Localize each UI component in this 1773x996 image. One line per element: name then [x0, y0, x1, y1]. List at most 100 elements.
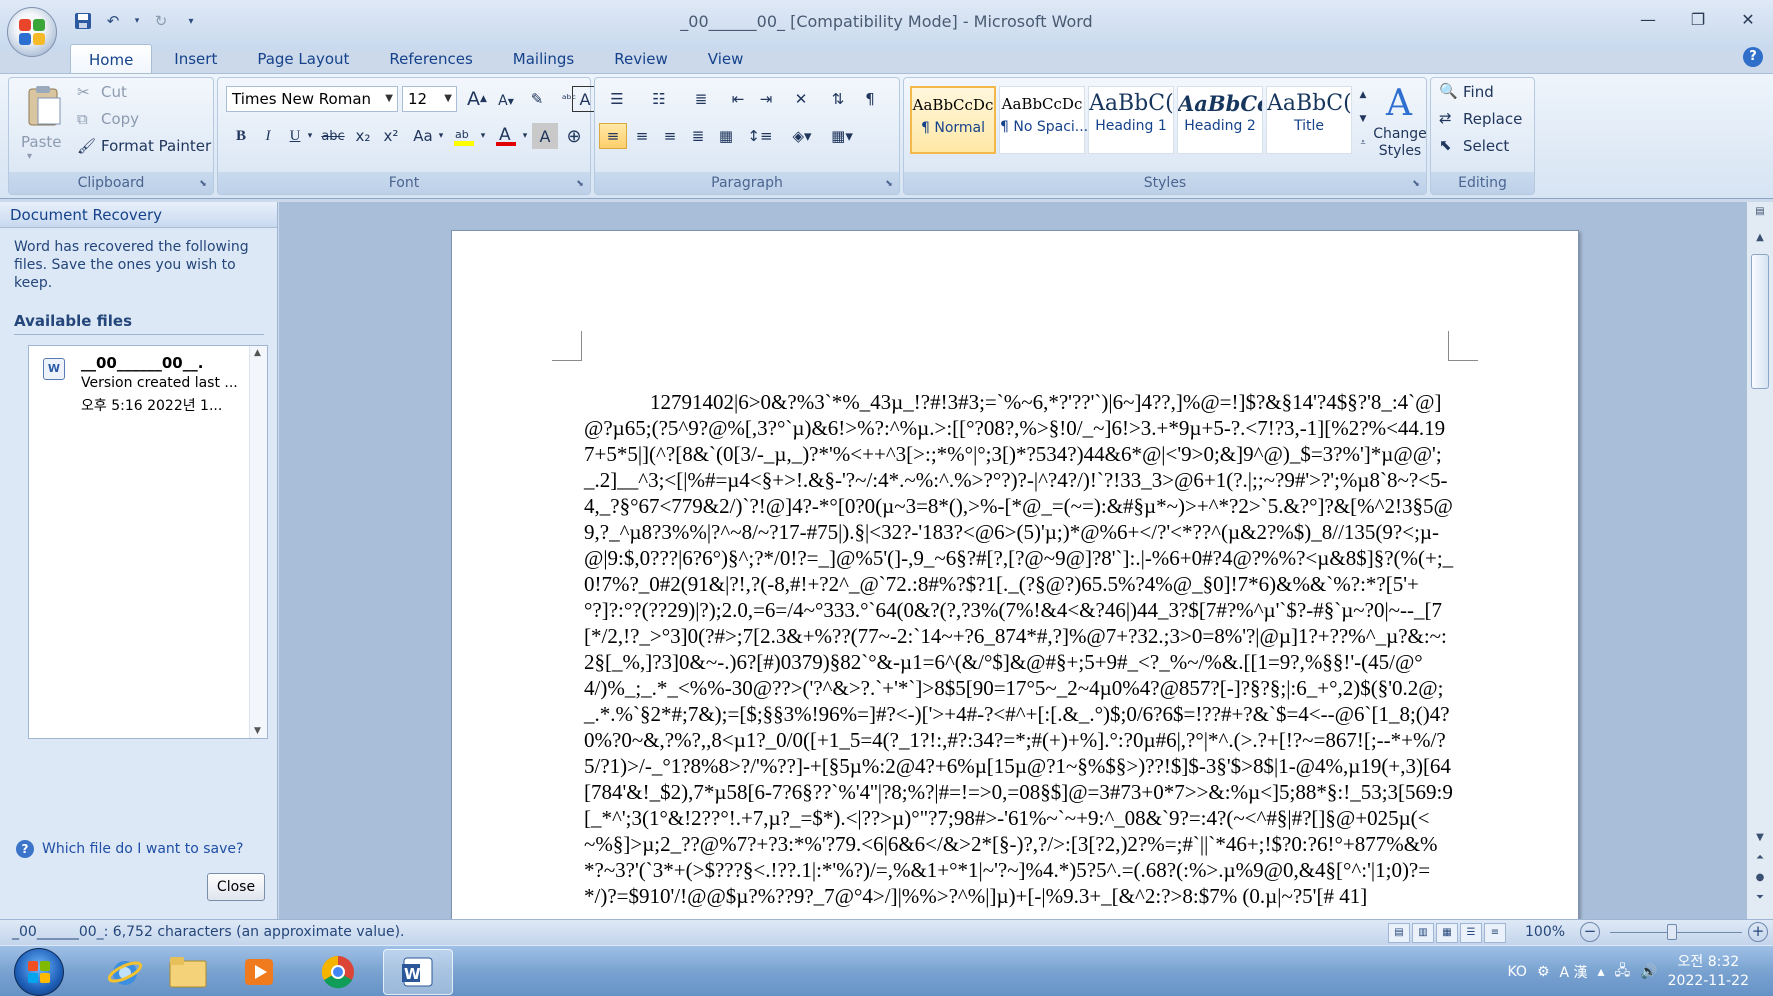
- style-heading-1[interactable]: AaBbC( Heading 1: [1088, 86, 1174, 154]
- align-left-icon[interactable]: ≡: [599, 123, 627, 149]
- styles-scroll-up-icon[interactable]: ▲: [1356, 84, 1370, 106]
- media-player-icon[interactable]: [230, 949, 290, 995]
- restore-icon[interactable]: ❐: [1673, 0, 1723, 38]
- tab-home[interactable]: Home: [70, 44, 153, 74]
- grow-font-button[interactable]: A ▲: [464, 86, 490, 112]
- select-browse-object-icon[interactable]: ●: [1752, 872, 1768, 883]
- decrease-indent-icon[interactable]: ⇤: [725, 86, 751, 112]
- strikethrough-button[interactable]: abc: [318, 123, 348, 149]
- numbering-icon[interactable]: ☷: [643, 86, 675, 112]
- paste-button[interactable]: Paste: [21, 133, 62, 151]
- file-list-scrollbar[interactable]: ▲ ▼: [249, 346, 267, 738]
- line-spacing-icon[interactable]: ↕≡: [743, 123, 777, 149]
- clear-formatting-icon[interactable]: ✎: [524, 86, 550, 112]
- show-hidden-icons-icon[interactable]: ▴: [1598, 964, 1605, 980]
- copy-button[interactable]: Copy: [101, 110, 139, 128]
- start-button[interactable]: [14, 948, 64, 996]
- paste-icon[interactable]: [17, 82, 71, 130]
- style-title[interactable]: AaBbC( Title: [1266, 86, 1352, 154]
- close-icon[interactable]: ✕: [1723, 0, 1773, 38]
- scroll-down-icon[interactable]: ▼: [1752, 832, 1768, 843]
- style-normal[interactable]: AaBbCcDc ¶ Normal: [910, 86, 996, 154]
- asian-layout-icon[interactable]: ✕: [785, 86, 817, 112]
- show-formatting-icon[interactable]: ¶: [857, 86, 883, 112]
- scroll-up-icon[interactable]: ▲: [254, 348, 261, 358]
- tab-references[interactable]: References: [371, 44, 490, 74]
- styles-more-icon[interactable]: ⩡: [1356, 132, 1370, 154]
- font-launcher-icon[interactable]: ⬊: [574, 178, 586, 190]
- scroll-up-icon[interactable]: ▲: [1752, 232, 1768, 243]
- enclose-characters-icon[interactable]: ⊕: [561, 123, 587, 149]
- clipboard-launcher-icon[interactable]: ⬊: [197, 178, 209, 190]
- tab-insert[interactable]: Insert: [156, 44, 235, 74]
- ruler-toggle-icon[interactable]: ▤: [1752, 206, 1768, 217]
- italic-button[interactable]: I: [255, 123, 281, 149]
- tab-mailings[interactable]: Mailings: [495, 44, 592, 74]
- ime-language[interactable]: KO: [1508, 964, 1527, 980]
- bullets-icon[interactable]: ☰: [601, 86, 633, 112]
- paragraph-launcher-icon[interactable]: ⬊: [883, 178, 895, 190]
- change-styles-button[interactable]: Change Styles: [1372, 126, 1428, 160]
- multilevel-list-icon[interactable]: ≣: [685, 86, 717, 112]
- document-body-text[interactable]: 12791402|6>0&?%3`*%_43µ_!?#!3#3;=`%~6,*?…: [584, 389, 1454, 909]
- font-color-icon[interactable]: A: [492, 123, 520, 149]
- distributed-icon[interactable]: ▦: [713, 123, 739, 149]
- change-case-dropdown-icon[interactable]: ▾: [436, 123, 446, 149]
- network-icon[interactable]: 🖧: [1615, 960, 1631, 984]
- zoom-in-icon[interactable]: +: [1748, 922, 1768, 942]
- subscript-button[interactable]: x₂: [350, 123, 376, 149]
- replace-button[interactable]: Replace: [1463, 110, 1522, 128]
- file-explorer-icon[interactable]: [158, 949, 218, 995]
- style-no-spacing[interactable]: AaBbCcDc ¶ No Spaci...: [999, 86, 1088, 154]
- chrome-icon[interactable]: [308, 949, 368, 995]
- tab-view[interactable]: View: [690, 44, 762, 74]
- increase-indent-icon[interactable]: ⇥: [753, 86, 779, 112]
- underline-dropdown-icon[interactable]: ▾: [305, 123, 315, 149]
- document-page[interactable]: 12791402|6>0&?%3`*%_43µ_!?#!3#3;=`%~6,*?…: [451, 230, 1579, 919]
- office-button[interactable]: [7, 7, 57, 57]
- ime-settings-icon[interactable]: ⚙: [1537, 964, 1550, 980]
- style-heading-2[interactable]: AaBbCc Heading 2: [1177, 86, 1263, 154]
- print-layout-icon[interactable]: ▤: [1388, 923, 1410, 943]
- ime-mode[interactable]: A 漢: [1560, 962, 1588, 982]
- word-taskbar-icon[interactable]: W: [383, 949, 453, 995]
- select-button[interactable]: Select: [1463, 137, 1509, 155]
- vertical-scrollbar[interactable]: ▤ ▲ ▼ ⏶ ● ⏷: [1746, 202, 1773, 919]
- zoom-out-icon[interactable]: −: [1580, 922, 1600, 942]
- clock[interactable]: 오전 8:32 2022-11-22: [1668, 953, 1749, 991]
- full-screen-reading-icon[interactable]: ▥: [1412, 923, 1434, 943]
- tab-page-layout[interactable]: Page Layout: [239, 44, 367, 74]
- highlight-icon[interactable]: ab: [450, 123, 478, 149]
- styles-scroll-down-icon[interactable]: ▼: [1356, 108, 1370, 130]
- volume-icon[interactable]: 🔊: [1640, 964, 1657, 980]
- character-shading-icon[interactable]: A: [532, 123, 558, 149]
- chevron-down-icon[interactable]: ▼: [385, 87, 393, 111]
- minimize-icon[interactable]: —: [1623, 0, 1673, 38]
- internet-explorer-icon[interactable]: [95, 949, 155, 995]
- superscript-button[interactable]: x²: [378, 123, 404, 149]
- font-color-dropdown-icon[interactable]: ▾: [520, 123, 530, 149]
- change-case-button[interactable]: Aa: [408, 123, 438, 149]
- justify-icon[interactable]: ≣: [685, 123, 711, 149]
- help-icon[interactable]: ?: [1743, 47, 1763, 67]
- shading-icon[interactable]: ◈▾: [785, 123, 819, 149]
- find-button[interactable]: Find: [1463, 83, 1494, 101]
- web-layout-icon[interactable]: ▦: [1436, 923, 1458, 943]
- borders-icon[interactable]: ▦▾: [825, 123, 859, 149]
- paste-dropdown-icon[interactable]: ▾: [27, 151, 32, 162]
- close-button[interactable]: Close: [207, 873, 265, 901]
- draft-icon[interactable]: ≡: [1484, 923, 1506, 943]
- outline-icon[interactable]: ☰: [1460, 923, 1482, 943]
- font-name-combo[interactable]: Times New Roman ▼: [226, 86, 398, 112]
- chevron-down-icon[interactable]: ▼: [444, 87, 452, 111]
- zoom-level[interactable]: 100%: [1525, 924, 1565, 940]
- tab-review[interactable]: Review: [596, 44, 686, 74]
- bold-button[interactable]: B: [228, 123, 254, 149]
- format-painter-button[interactable]: Format Painter: [101, 137, 211, 155]
- previous-page-icon[interactable]: ⏶: [1752, 852, 1768, 863]
- scroll-thumb[interactable]: [1751, 254, 1769, 389]
- font-size-combo[interactable]: 12 ▼: [402, 86, 457, 112]
- next-page-icon[interactable]: ⏷: [1752, 892, 1768, 903]
- align-right-icon[interactable]: ≡: [657, 123, 683, 149]
- scroll-down-icon[interactable]: ▼: [254, 726, 261, 736]
